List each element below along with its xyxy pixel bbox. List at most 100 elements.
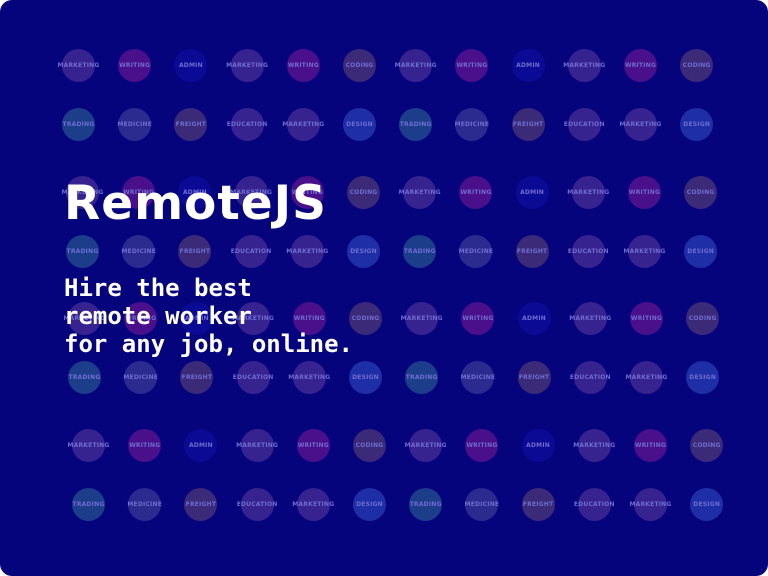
category-bubble: ADMIN (184, 429, 218, 462)
bubble-row: TRADING MEDICINE FREIGHT EDUCATION MARKETING… (0, 361, 768, 395)
category-bubble-label: WRITING (462, 315, 494, 322)
category-bubble-label: DESIGN (346, 121, 373, 128)
tagline-line: remote worker (64, 302, 252, 330)
category-bubble: ADMIN (521, 429, 555, 462)
category-bubble-label: EDUCATION (232, 374, 274, 381)
category-bubble: MARKETING (292, 488, 334, 521)
category-bubble-label: DESIGN (352, 374, 379, 381)
category-bubble-label: WRITING (460, 189, 492, 196)
category-bubble: MEDICINE (117, 108, 152, 141)
category-bubble-label: MARKETING (288, 374, 331, 381)
category-bubble: EDUCATION (233, 361, 273, 394)
category-bubble: FREIGHT (184, 488, 218, 521)
category-bubble-label: DESIGN (693, 501, 721, 508)
category-bubble-label: ADMIN (522, 315, 547, 322)
category-bubble: ADMIN (511, 49, 545, 82)
category-bubble: DESIGN (690, 488, 724, 521)
category-bubble: MARKETING (629, 488, 671, 521)
category-bubble: MEDICINE (127, 488, 163, 521)
category-bubble-label: FREIGHT (175, 121, 207, 128)
category-bubble-label: WRITING (456, 62, 488, 69)
category-bubble: WRITING (628, 176, 661, 209)
tagline: Hire the best remote worker for any job,… (64, 274, 353, 358)
category-bubble: WRITING (296, 429, 330, 462)
category-bubble: TRADING (405, 361, 439, 394)
category-bubble-label: EDUCATION (573, 501, 615, 508)
category-bubble: TRADING (403, 235, 437, 268)
category-bubble: MARKETING (405, 429, 447, 462)
category-bubble-label: DESIGN (687, 248, 715, 255)
category-bubble: EDUCATION (237, 488, 277, 521)
category-bubble-label: MARKETING (569, 315, 612, 322)
category-bubble-label: WRITING (634, 442, 667, 449)
category-bubble: MARKETING (226, 49, 268, 82)
category-bubble-label: MARKETING (226, 62, 269, 69)
category-bubble: MARKETING (569, 302, 611, 335)
category-bubble-label: TRADING (403, 248, 436, 255)
category-bubble: MARKETING (57, 49, 99, 82)
category-bubble: CODING (343, 49, 376, 82)
category-bubble: MEDICINE (455, 108, 489, 141)
category-bubble: MARKETING (236, 429, 278, 462)
category-bubble: WRITING (118, 49, 152, 82)
category-bubble-label: DESIGN (689, 374, 717, 381)
category-bubble-label: CODING (688, 315, 717, 322)
category-bubble-label: MARKETING (236, 442, 279, 449)
category-bubble: WRITING (286, 49, 320, 82)
category-bubble: EDUCATION (574, 488, 614, 521)
category-bubble: EDUCATION (564, 108, 604, 141)
category-bubble: MARKETING (67, 429, 109, 462)
category-bubble-label: MARKETING (282, 121, 325, 128)
category-bubble-label: DESIGN (350, 248, 377, 255)
category-bubble-label: ADMIN (526, 442, 551, 449)
category-bubble: FREIGHT (174, 108, 208, 141)
category-bubble: CODING (690, 429, 724, 462)
category-bubble: WRITING (465, 429, 499, 462)
category-bubble: CODING (686, 302, 720, 335)
category-bubble-label: MARKETING (404, 442, 447, 449)
category-bubble: MARKETING (573, 429, 615, 462)
category-bubble: CODING (349, 302, 382, 335)
category-bubble-label: EDUCATION (569, 374, 611, 381)
category-bubble: FREIGHT (511, 108, 545, 141)
category-bubble-label: CODING (355, 442, 384, 449)
category-bubble-label: MEDICINE (127, 501, 163, 508)
category-bubble-label: TRADING (399, 121, 432, 128)
bubble-row: TRADING MEDICINE FREIGHT EDUCATION MARKETING… (0, 488, 768, 522)
category-bubble: WRITING (634, 429, 667, 462)
category-bubble: CODING (680, 49, 714, 82)
category-bubble-label: MARKETING (629, 501, 672, 508)
category-bubble: MARKETING (567, 176, 609, 209)
category-bubble: WRITING (461, 302, 495, 335)
category-bubble: FREIGHT (521, 488, 555, 521)
category-bubble: DESIGN (680, 108, 714, 141)
category-bubble-label: CODING (682, 62, 711, 69)
category-bubble: TRADING (62, 108, 95, 141)
category-bubble-label: TRADING (72, 501, 105, 508)
category-bubble-label: MARKETING (623, 248, 666, 255)
category-bubble-label: MEDICINE (464, 501, 500, 508)
category-bubble-label: WRITING (466, 442, 498, 449)
category-bubble-label: EDUCATION (226, 121, 268, 128)
brand-title: RemoteJS (64, 176, 328, 231)
category-bubble-label: MARKETING (619, 121, 662, 128)
category-bubble-label: FREIGHT (522, 501, 554, 508)
category-bubble-label: MARKETING (57, 62, 100, 69)
category-bubble: DESIGN (349, 361, 382, 394)
category-bubble-label: WRITING (630, 315, 663, 322)
category-bubble-label: ADMIN (520, 189, 545, 196)
category-bubble: CODING (353, 429, 386, 462)
category-bubble-label: TRADING (409, 501, 442, 508)
category-bubble-label: DESIGN (356, 501, 383, 508)
category-bubble-label: WRITING (628, 189, 661, 196)
category-bubble-label: FREIGHT (185, 501, 217, 508)
category-bubble-label: MEDICINE (458, 248, 494, 255)
category-bubble-label: EDUCATION (236, 501, 278, 508)
category-bubble: ADMIN (515, 176, 549, 209)
category-bubble: TRADING (399, 108, 433, 141)
category-bubble-label: TRADING (68, 374, 101, 381)
category-bubble: TRADING (68, 361, 101, 394)
category-bubble: MARKETING (625, 361, 667, 394)
category-bubble-label: MARKETING (398, 189, 441, 196)
category-bubble-label: EDUCATION (567, 248, 609, 255)
